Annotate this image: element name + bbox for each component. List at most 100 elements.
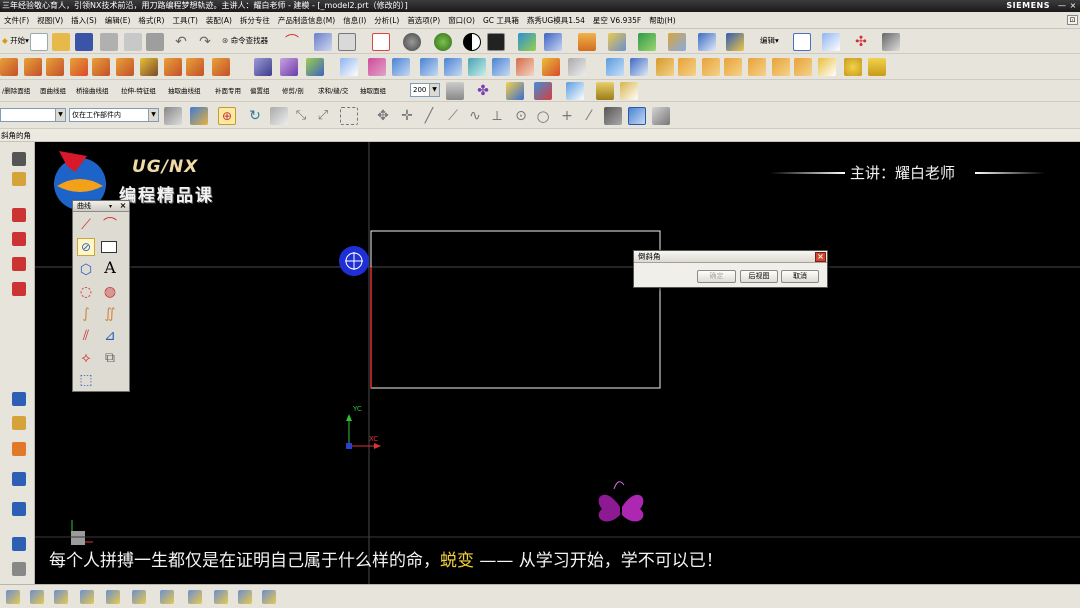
chamfer-dialog-header[interactable]: 倒斜角 × [634,251,827,263]
paste-icon[interactable] [146,33,164,51]
sweep-icon[interactable] [724,58,742,76]
feature-block-icon[interactable] [0,58,18,76]
group-menu-button[interactable]: /删除面组 [2,84,30,98]
extract-curve-icon[interactable]: ⧉ [101,349,119,367]
page-icon[interactable] [818,58,836,76]
stretch-icon[interactable]: ⤢ [314,107,332,125]
zoom-combo[interactable]: 200 ▼ [410,83,440,97]
surface-extend-icon[interactable] [516,58,534,76]
snap-point-icon[interactable] [6,590,20,604]
line-snap-icon[interactable]: ╱ [420,107,438,125]
surface-plane-icon[interactable] [340,58,358,76]
cube-icon[interactable] [726,33,744,51]
cube-view-icon[interactable] [628,107,646,125]
feature-boss-icon[interactable] [92,58,110,76]
menu-item[interactable]: 燕秀UG模具1.54 [523,12,589,28]
type-filter-combo[interactable]: ▼ [0,108,66,122]
curve-analysis-icon[interactable] [132,590,146,604]
menu-item[interactable]: GC 工具箱 [479,12,523,28]
note-icon[interactable] [238,590,252,604]
solid-icon[interactable] [604,107,622,125]
feature-thread-icon[interactable] [254,58,272,76]
snap-icon[interactable] [506,82,524,100]
check-geometry-icon[interactable] [106,590,120,604]
tube-icon[interactable] [748,58,766,76]
menu-item[interactable]: 文件(F) [0,12,33,28]
offset-curve-icon[interactable]: ∫ [77,305,95,323]
revolve-icon[interactable] [702,58,720,76]
mirror-icon[interactable] [656,58,674,76]
conic-tool-icon[interactable]: ◍ [101,283,119,301]
group-menu-button[interactable]: 拉伸-特征组 [121,84,156,98]
rotate-view-icon[interactable] [544,33,562,51]
restore-icon[interactable]: ⊡ [1067,15,1078,25]
edit-menu-button[interactable]: 编辑▾ [760,34,779,48]
surface-mesh-icon[interactable] [368,58,386,76]
group-menu-button[interactable]: 桥接曲线组 [76,84,109,98]
rectangle-select-icon[interactable] [340,107,358,125]
feature-shell-icon[interactable] [280,58,298,76]
menu-item[interactable]: 窗口(O) [444,12,479,28]
contrast-icon[interactable] [463,33,481,51]
surface-trim-icon[interactable] [492,58,510,76]
box-analysis-icon[interactable] [188,590,202,604]
transform-icon[interactable] [338,33,356,51]
menu-item[interactable]: 帮助(H) [645,12,680,28]
menu-item[interactable]: 工具(T) [168,12,201,28]
measure-distance-icon[interactable] [566,82,584,100]
point-set-icon[interactable] [30,590,44,604]
group-menu-button[interactable]: 补面专用 [215,84,241,98]
menu-item[interactable]: 装配(A) [202,12,236,28]
surface-sew-icon[interactable] [542,58,560,76]
sheet-icon[interactable] [12,472,26,486]
surface-through-curves-icon[interactable] [392,58,410,76]
ruler-icon[interactable] [596,82,614,100]
layer-icon[interactable] [578,33,596,51]
menu-item[interactable]: 分析(L) [370,12,403,28]
bridge-curve-icon[interactable]: ∬ [101,305,119,323]
feature-pocket-icon[interactable] [116,58,134,76]
rib-icon[interactable] [772,58,790,76]
arc-tool-icon[interactable]: ⌒ [283,33,301,51]
chevron-down-icon[interactable]: ▾ [109,201,112,212]
intersect-curve-icon[interactable]: ⊿ [101,327,119,345]
sphere-icon[interactable] [434,33,452,51]
group-menu-button[interactable]: 求和/缝/交 [318,84,348,98]
surface-sweep-icon[interactable] [444,58,462,76]
tools-icon[interactable] [652,107,670,125]
move-icon[interactable]: ✥ [374,107,392,125]
text-analysis-icon[interactable] [214,590,228,604]
arc-side-icon[interactable] [12,282,26,296]
surface-ruled-icon[interactable] [420,58,438,76]
curve-palette-header[interactable]: 曲线 ▾ × [73,201,129,212]
arrow-up-icon[interactable] [868,58,886,76]
open-file-icon[interactable] [52,33,70,51]
feature-emboss-icon[interactable] [212,58,230,76]
feature-pad-icon[interactable] [140,58,158,76]
undo-icon[interactable]: ↶ [172,33,190,51]
assembly-icon[interactable] [638,33,656,51]
menu-item[interactable]: 首选项(P) [403,12,444,28]
menu-item[interactable]: 插入(S) [67,12,101,28]
end-point-icon[interactable]: ✛ [398,107,416,125]
curve-snap-icon[interactable]: ∿ [466,107,484,125]
line-icon[interactable] [12,232,26,246]
datum-icon[interactable] [822,33,840,51]
background-icon[interactable] [487,33,505,51]
line-tool-icon[interactable]: ⟋ [77,216,95,234]
select-all-icon[interactable] [190,107,208,125]
component-icon[interactable] [668,33,686,51]
menu-item[interactable]: 星空 V6.935F [589,12,645,28]
move-object-icon[interactable] [608,33,626,51]
scope-combo[interactable]: 仅在工作部件内 ▼ [69,108,159,122]
menu-item[interactable]: 信息(I) [339,12,370,28]
text-tool-icon[interactable]: A [101,259,119,277]
select-icon[interactable] [12,152,26,166]
ellipse-tool-icon[interactable]: ◌ [77,283,95,301]
move-handle-icon[interactable]: ⤡ [292,107,310,125]
cut-icon[interactable] [100,33,118,51]
eraser-icon[interactable] [270,107,288,125]
plane-icon[interactable] [793,33,811,51]
spline-icon[interactable] [12,257,26,271]
circle-icon[interactable]: ○ [534,107,552,125]
